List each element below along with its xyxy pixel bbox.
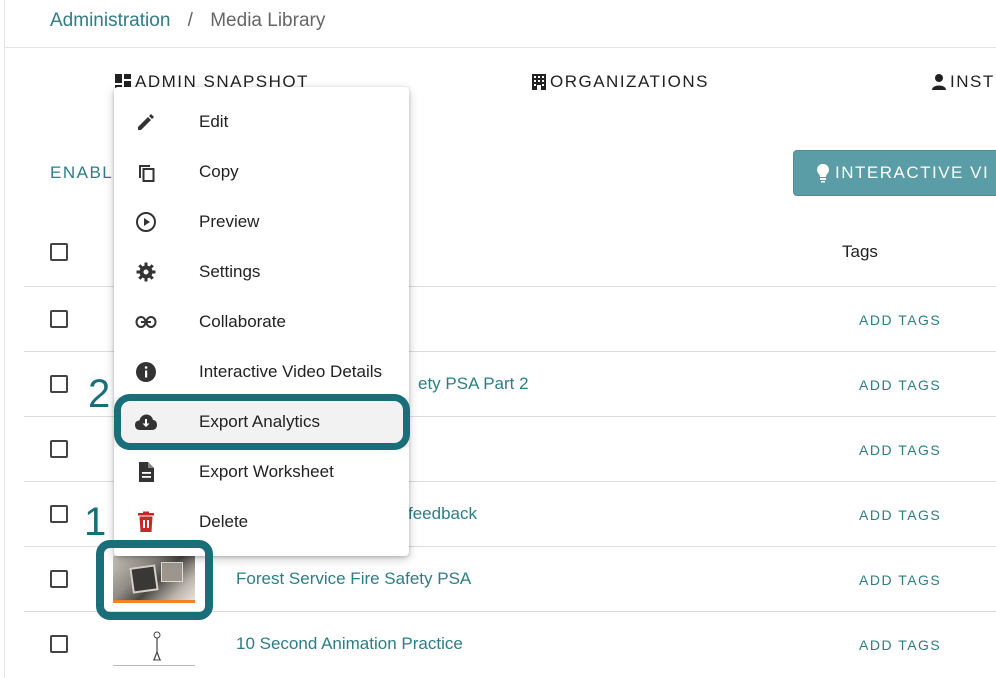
breadcrumb-divider <box>5 47 996 48</box>
add-tags-link[interactable]: ADD TAGS <box>859 377 941 393</box>
menu-item-settings[interactable]: Settings <box>114 247 409 297</box>
menu-item-copy[interactable]: Copy <box>114 147 409 197</box>
menu-item-label: Edit <box>199 112 229 131</box>
select-all-checkbox[interactable] <box>50 243 68 261</box>
copy-icon <box>134 160 158 184</box>
menu-item-collaborate[interactable]: Collaborate <box>114 297 409 347</box>
gear-icon <box>134 260 158 284</box>
row-title-link[interactable]: feedback <box>408 504 477 524</box>
menu-item-label: Interactive Video Details <box>199 362 383 381</box>
lightbulb-icon <box>817 164 829 183</box>
add-tags-link[interactable]: ADD TAGS <box>859 507 941 523</box>
step-2-label: 2 <box>88 372 111 416</box>
trash-icon <box>134 510 158 534</box>
link-icon <box>134 310 158 334</box>
tab-instructors[interactable]: INST <box>931 72 995 92</box>
menu-item-edit[interactable]: Edit <box>114 97 409 147</box>
row-checkbox[interactable] <box>50 570 68 588</box>
person-icon <box>932 74 946 90</box>
row-checkbox[interactable] <box>50 310 68 328</box>
breadcrumb-separator: / <box>187 10 193 31</box>
menu-item-label: Copy <box>199 162 239 181</box>
breadcrumb-current: Media Library <box>210 10 326 31</box>
interactive-video-button[interactable]: INTERACTIVE VI <box>793 150 996 196</box>
document-icon <box>134 460 158 484</box>
row-title-link[interactable]: 10 Second Animation Practice <box>236 634 463 654</box>
menu-item-label: Preview <box>199 212 260 231</box>
pencil-icon <box>134 110 158 134</box>
export-analytics-highlight <box>114 394 410 450</box>
enable-button[interactable]: ENABL <box>50 163 113 183</box>
tags-column-header: Tags <box>842 242 878 261</box>
add-tags-link[interactable]: ADD TAGS <box>859 442 941 458</box>
row-title-link[interactable]: Forest Service Fire Safety PSA <box>236 569 471 589</box>
row-checkbox[interactable] <box>50 505 68 523</box>
interactive-video-label: INTERACTIVE VI <box>835 163 990 182</box>
breadcrumb-administration-link[interactable]: Administration <box>50 10 170 31</box>
thumbnail-highlight <box>96 540 213 620</box>
row-checkbox[interactable] <box>50 635 68 653</box>
context-menu: Edit Copy Preview Settings Collaborate I… <box>114 87 409 556</box>
menu-item-interactive-video-details[interactable]: Interactive Video Details <box>114 347 409 397</box>
menu-item-label: Collaborate <box>199 312 286 331</box>
add-tags-link[interactable]: ADD TAGS <box>859 312 941 328</box>
menu-item-label: Delete <box>199 512 249 531</box>
tab-instructors-label: INST <box>950 72 995 91</box>
row-checkbox[interactable] <box>50 375 68 393</box>
play-circle-icon <box>134 210 158 234</box>
add-tags-link[interactable]: ADD TAGS <box>859 572 941 588</box>
menu-item-label: Export Worksheet <box>199 462 334 481</box>
step-1-label: 1 <box>84 500 107 544</box>
add-tags-link[interactable]: ADD TAGS <box>859 637 941 653</box>
left-border <box>4 0 5 678</box>
info-icon <box>134 360 158 384</box>
tab-organizations-label: ORGANIZATIONS <box>550 72 709 91</box>
stick-figure-icon <box>153 631 161 661</box>
video-thumbnail[interactable] <box>113 628 195 668</box>
menu-item-label: Settings <box>199 262 261 281</box>
thumbnail-ground-line <box>113 665 195 666</box>
building-icon <box>532 74 546 90</box>
row-title-link[interactable]: ety PSA Part 2 <box>418 374 529 394</box>
menu-item-preview[interactable]: Preview <box>114 197 409 247</box>
breadcrumb: Administration / Media Library <box>50 10 325 32</box>
row-checkbox[interactable] <box>50 440 68 458</box>
menu-item-export-worksheet[interactable]: Export Worksheet <box>114 447 409 497</box>
tab-organizations[interactable]: ORGANIZATIONS <box>531 72 709 92</box>
